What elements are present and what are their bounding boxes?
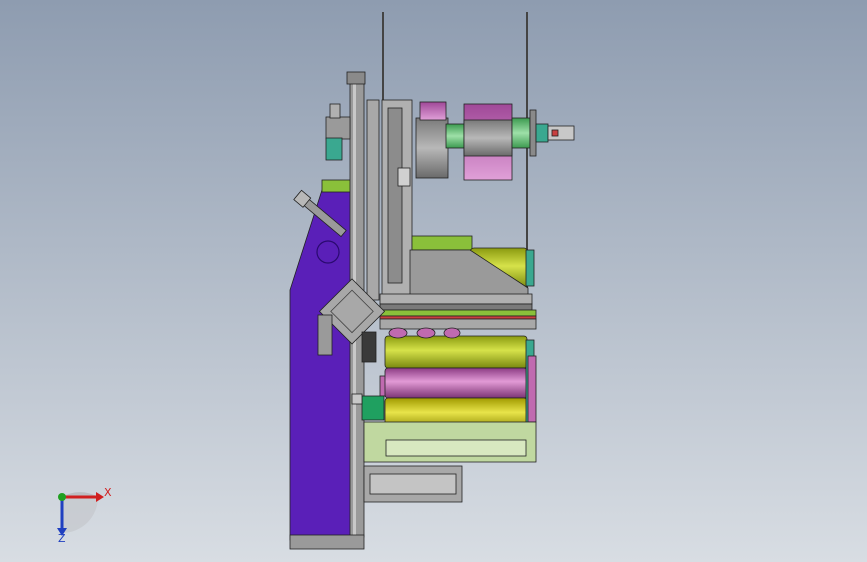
lower-table-plate (379, 318, 537, 330)
output-shaft (511, 117, 531, 149)
small-square-part (351, 393, 363, 405)
shaft-end-pin (551, 129, 559, 137)
green-block (361, 395, 385, 421)
upper-clamp-block (325, 116, 351, 140)
x-axis-label: X (104, 486, 112, 499)
olive-roller-middle (384, 335, 528, 369)
pink-side-roller (527, 355, 537, 423)
upper-clamp-cap (329, 103, 341, 119)
base-tray-inner (385, 439, 527, 457)
base-foot-plate (289, 534, 365, 550)
pink-lobe-3 (443, 327, 461, 339)
z-axis-label: Z (58, 532, 66, 545)
work-table-plate (379, 293, 533, 305)
pink-lobe-2 (416, 327, 436, 339)
pink-lobe-1 (388, 327, 408, 339)
flange (529, 109, 537, 157)
olive-roller-cap (525, 249, 535, 287)
cad-viewport[interactable]: X Z (0, 0, 867, 562)
roller-bracket (411, 235, 473, 251)
slide-rail-inner (387, 107, 403, 284)
green-rail (379, 309, 537, 317)
inner-frame-bar (366, 99, 380, 301)
motor-housing-gray (415, 117, 449, 179)
side-bracket (317, 314, 333, 356)
bearing-block (397, 167, 411, 187)
shaft-collar (535, 123, 549, 143)
frame-top-plate (321, 179, 353, 193)
pink-roller (384, 367, 528, 399)
table-edge (379, 303, 533, 311)
dark-sensor (361, 331, 377, 363)
clamp-teal-ring (325, 137, 343, 161)
coupler-gray-band (463, 119, 513, 157)
red-rail (379, 315, 537, 320)
y-axis-dot (58, 493, 66, 501)
post-top-nut (346, 71, 366, 85)
bottom-drawer-inner (369, 473, 457, 495)
motor-housing-pink-top (419, 101, 447, 121)
